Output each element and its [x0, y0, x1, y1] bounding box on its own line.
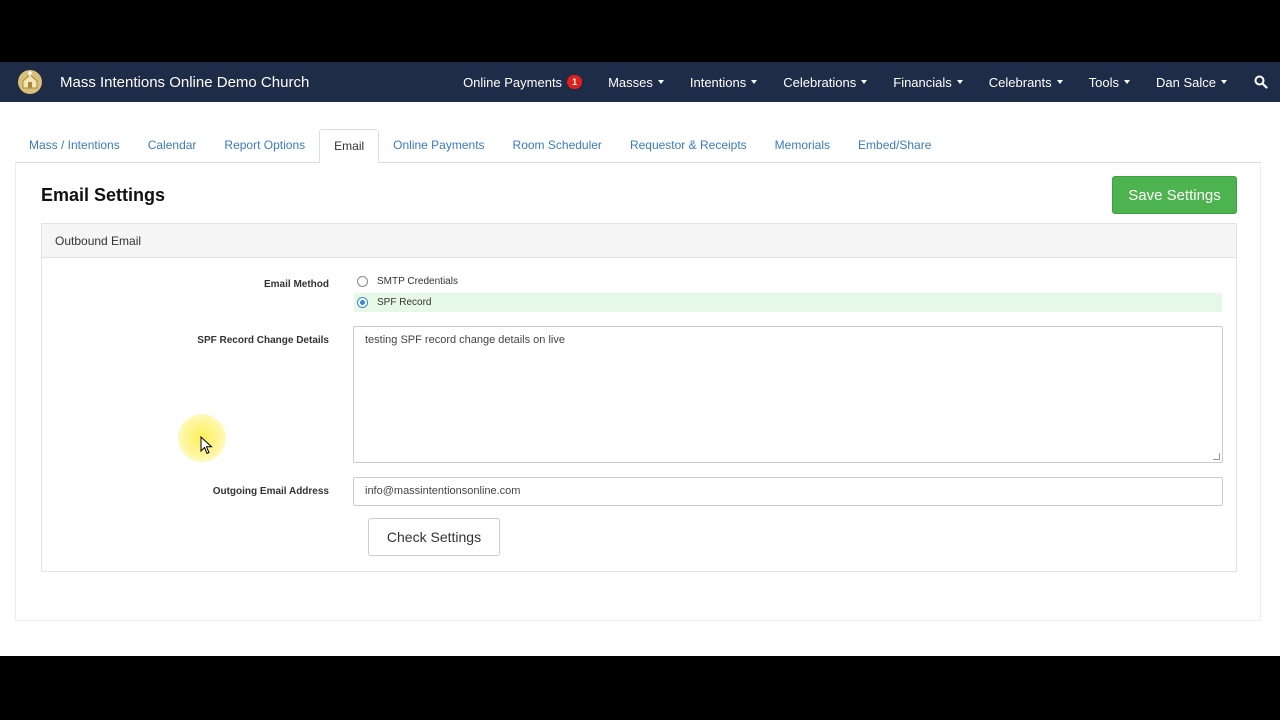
- tab-report-options[interactable]: Report Options: [210, 129, 319, 163]
- email-method-label: Email Method: [263, 279, 329, 290]
- tab-memorials[interactable]: Memorials: [761, 129, 844, 163]
- spf-details-textarea[interactable]: testing SPF record change details on liv…: [353, 326, 1223, 463]
- resize-handle-icon[interactable]: [1213, 453, 1220, 460]
- radio-spf-record[interactable]: SPF Record: [354, 293, 1222, 312]
- search-button[interactable]: [1240, 62, 1280, 102]
- nav-user-menu[interactable]: Dan Salce: [1143, 62, 1240, 102]
- app-window: Mass Intentions Online Demo Church Onlin…: [0, 62, 1280, 656]
- top-navbar: Mass Intentions Online Demo Church Onlin…: [0, 62, 1280, 102]
- tab-embed-share[interactable]: Embed/Share: [844, 129, 945, 163]
- caret-down-icon: [1221, 80, 1227, 84]
- mouse-pointer-icon: [200, 436, 213, 455]
- radio-smtp-credentials[interactable]: SMTP Credentials: [354, 272, 1222, 291]
- radio-label: SPF Record: [377, 297, 432, 308]
- radio-button[interactable]: [357, 297, 368, 308]
- caret-down-icon: [657, 80, 664, 84]
- tab-mass-intentions[interactable]: Mass / Intentions: [15, 129, 134, 163]
- radio-button[interactable]: [357, 276, 368, 287]
- nav-label: Celebrations: [783, 74, 857, 90]
- nav-label: Financials: [893, 74, 952, 90]
- nav-label: Intentions: [689, 74, 747, 90]
- app-title: Mass Intentions Online Demo Church: [60, 73, 310, 91]
- nav-online-payments[interactable]: Online Payments 1: [450, 62, 595, 102]
- nav-tools[interactable]: Tools: [1076, 62, 1143, 102]
- nav-masses[interactable]: Masses: [595, 62, 677, 102]
- settings-tabs: Mass / Intentions Calendar Report Option…: [15, 129, 1261, 164]
- church-logo-icon: [18, 70, 42, 94]
- save-settings-button[interactable]: Save Settings: [1112, 176, 1237, 214]
- brand[interactable]: Mass Intentions Online Demo Church: [0, 62, 309, 102]
- nav-label: Online Payments: [463, 74, 563, 90]
- outgoing-email-label: Outgoing Email Address: [212, 486, 329, 497]
- caret-down-icon: [751, 80, 758, 84]
- input-value: info@massintentionsonline.com: [365, 485, 521, 497]
- search-icon: [1254, 75, 1268, 89]
- nav-label: Masses: [608, 74, 653, 90]
- textarea-value: testing SPF record change details on liv…: [365, 334, 565, 346]
- outgoing-email-input[interactable]: info@massintentionsonline.com: [353, 477, 1223, 506]
- spf-details-label: SPF Record Change Details: [197, 335, 329, 346]
- main-menu: Online Payments 1 Masses Intentions Cele…: [450, 62, 1280, 102]
- panel-heading: Outbound Email: [42, 224, 1236, 258]
- page-title: Email Settings: [41, 185, 166, 205]
- tab-calendar[interactable]: Calendar: [134, 129, 211, 163]
- tab-requestor-receipts[interactable]: Requestor & Receipts: [616, 129, 761, 163]
- nav-financials[interactable]: Financials: [880, 62, 976, 102]
- nav-label: Tools: [1088, 74, 1120, 90]
- tab-online-payments[interactable]: Online Payments: [379, 129, 498, 163]
- tab-room-scheduler[interactable]: Room Scheduler: [499, 129, 616, 163]
- caret-down-icon: [1124, 80, 1131, 84]
- nav-celebrants[interactable]: Celebrants: [976, 62, 1076, 102]
- nav-label: Dan Salce: [1156, 74, 1216, 90]
- outbound-email-panel: Outbound Email Email Method SMTP Credent…: [41, 223, 1237, 572]
- caret-down-icon: [861, 80, 868, 84]
- nav-celebrations[interactable]: Celebrations: [770, 62, 880, 102]
- tab-email[interactable]: Email: [319, 129, 380, 164]
- caret-down-icon: [1056, 80, 1063, 84]
- nav-label: Celebrants: [988, 74, 1052, 90]
- radio-label: SMTP Credentials: [377, 276, 458, 287]
- check-settings-button[interactable]: Check Settings: [368, 518, 500, 556]
- email-settings-content: Email Settings Save Settings Outbound Em…: [15, 163, 1261, 621]
- caret-down-icon: [956, 80, 963, 84]
- notification-badge: 1: [567, 75, 583, 89]
- nav-intentions[interactable]: Intentions: [677, 62, 770, 102]
